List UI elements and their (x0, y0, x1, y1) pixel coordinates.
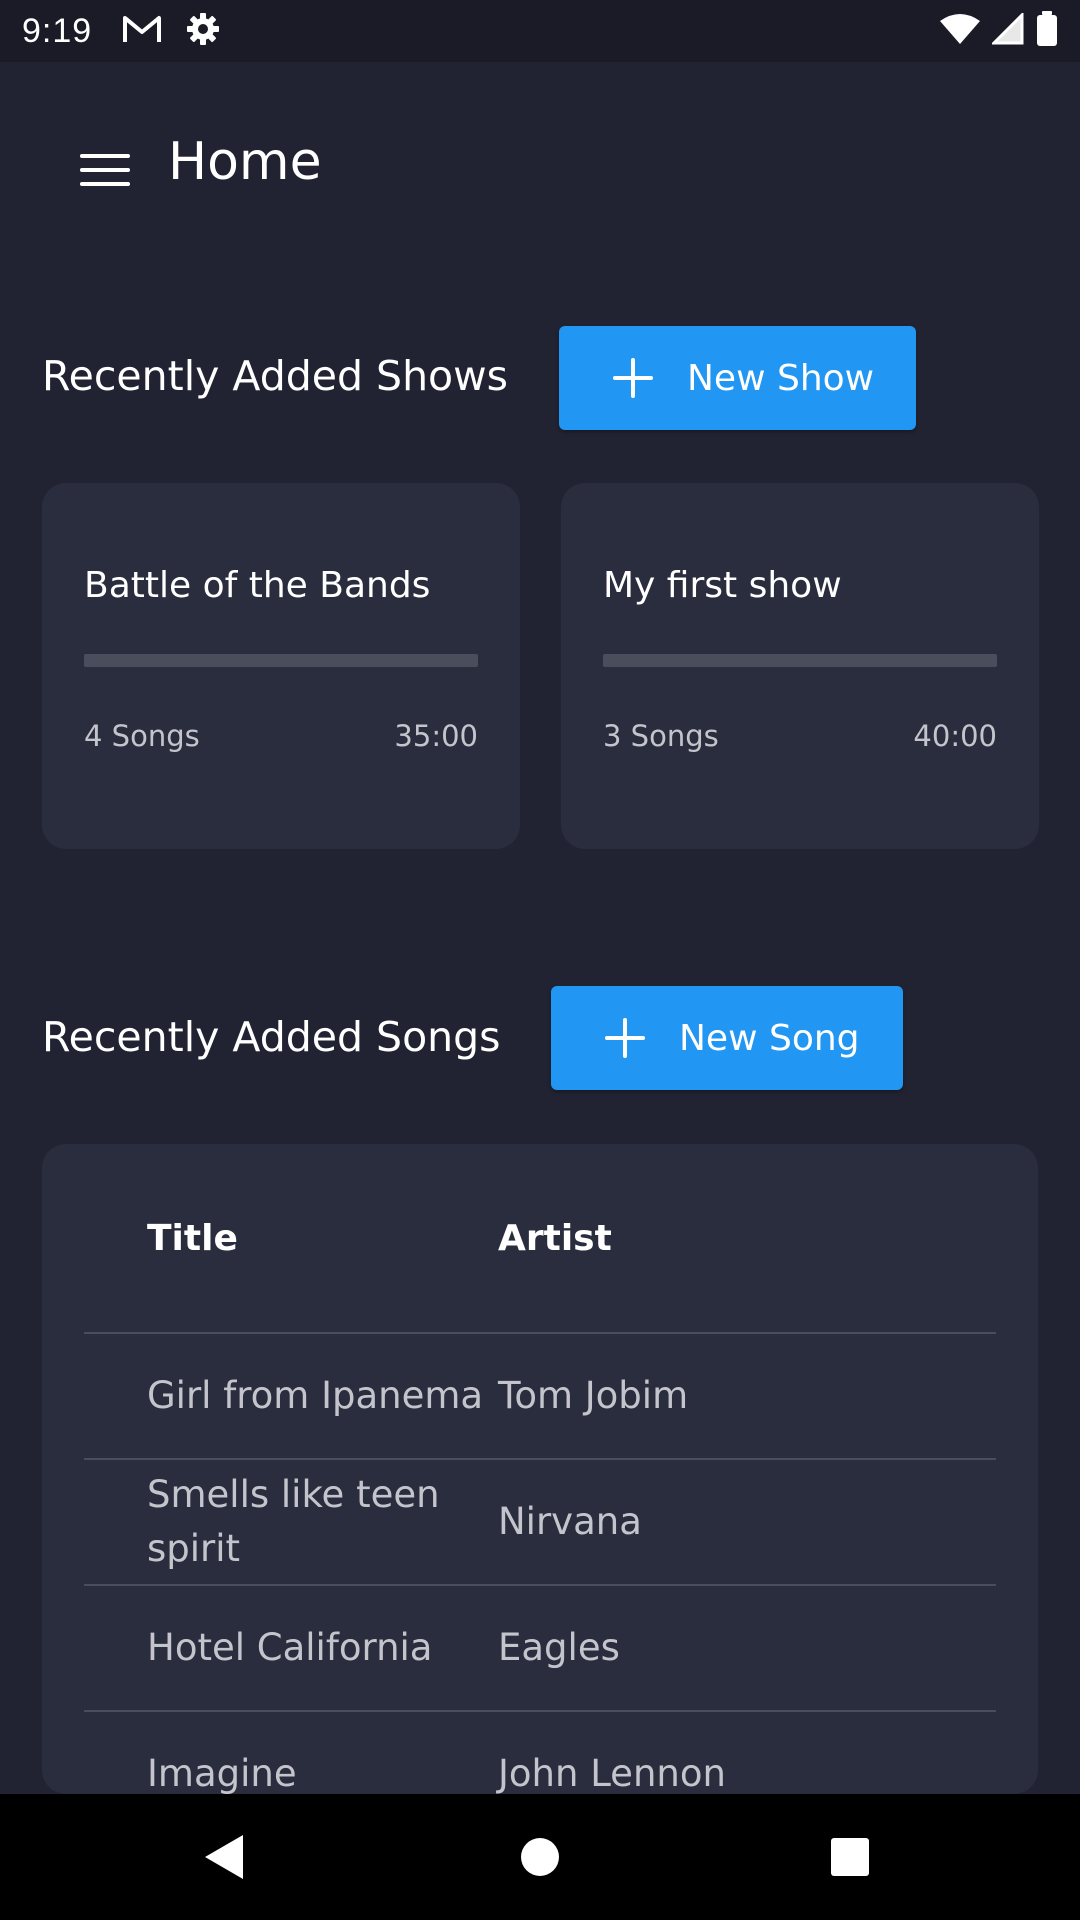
song-title: Imagine (147, 1752, 297, 1794)
table-row[interactable]: Girl from Ipanema Tom Jobim (84, 1334, 996, 1460)
new-song-button[interactable]: New Song (551, 986, 903, 1090)
column-header-artist: Artist (498, 1217, 612, 1259)
settings-gear-icon (186, 12, 220, 50)
songs-section-title: Recently Added Songs (42, 1013, 501, 1061)
song-title: Smells like teen spirit (147, 1473, 440, 1570)
status-time: 9:19 (22, 11, 93, 50)
table-row[interactable]: Hotel California Eagles (84, 1586, 996, 1712)
show-card[interactable]: My first show 3 Songs 40:00 (561, 483, 1039, 849)
signal-icon (990, 11, 1024, 49)
plus-icon (613, 358, 653, 398)
app-bar: Home (0, 62, 1080, 272)
song-artist: Eagles (498, 1626, 620, 1669)
column-header-title: Title (147, 1217, 238, 1259)
system-nav-bar (0, 1794, 1080, 1920)
table-row[interactable]: Imagine John Lennon (84, 1712, 996, 1794)
gmail-icon (122, 14, 162, 48)
recents-square-icon[interactable] (790, 1794, 910, 1920)
new-song-button-label: New Song (679, 1017, 860, 1059)
back-triangle-icon[interactable] (165, 1794, 285, 1920)
page-title: Home (168, 132, 322, 192)
songs-table: Title Artist Girl from Ipanema Tom Jobim… (42, 1144, 1038, 1794)
home-circle-icon[interactable] (480, 1794, 600, 1920)
table-row[interactable]: Smells like teen spirit Nirvana (84, 1460, 996, 1586)
status-left-icons (122, 12, 220, 50)
show-duration: 40:00 (913, 719, 997, 753)
show-duration: 35:00 (394, 719, 478, 753)
show-meta: 4 Songs 35:00 (84, 719, 478, 753)
show-song-count: 4 Songs (84, 719, 200, 753)
songs-section-header: Recently Added Songs (42, 1013, 501, 1061)
show-song-count: 3 Songs (603, 719, 719, 753)
song-title: Hotel California (147, 1626, 433, 1669)
battery-icon (1036, 11, 1058, 51)
new-show-button-label: New Show (687, 357, 875, 399)
plus-icon (605, 1018, 645, 1058)
show-meta: 3 Songs 40:00 (603, 719, 997, 753)
song-artist: Nirvana (498, 1500, 642, 1543)
new-show-button[interactable]: New Show (559, 326, 916, 430)
show-progress-bar (84, 654, 478, 667)
show-name: Battle of the Bands (84, 565, 431, 606)
song-artist: John Lennon (498, 1752, 726, 1794)
song-title: Girl from Ipanema (147, 1374, 484, 1417)
shows-section-header: Recently Added Shows (42, 352, 508, 400)
wifi-icon (940, 13, 980, 49)
show-card[interactable]: Battle of the Bands 4 Songs 35:00 (42, 483, 520, 849)
hamburger-menu-icon[interactable] (80, 154, 130, 194)
status-right-icons (940, 11, 1058, 51)
show-progress-bar (603, 654, 997, 667)
status-bar: 9:19 (0, 0, 1080, 62)
table-header: Title Artist (84, 1144, 996, 1334)
shows-section-title: Recently Added Shows (42, 352, 509, 400)
song-artist: Tom Jobim (498, 1374, 689, 1417)
show-name: My first show (603, 565, 842, 606)
